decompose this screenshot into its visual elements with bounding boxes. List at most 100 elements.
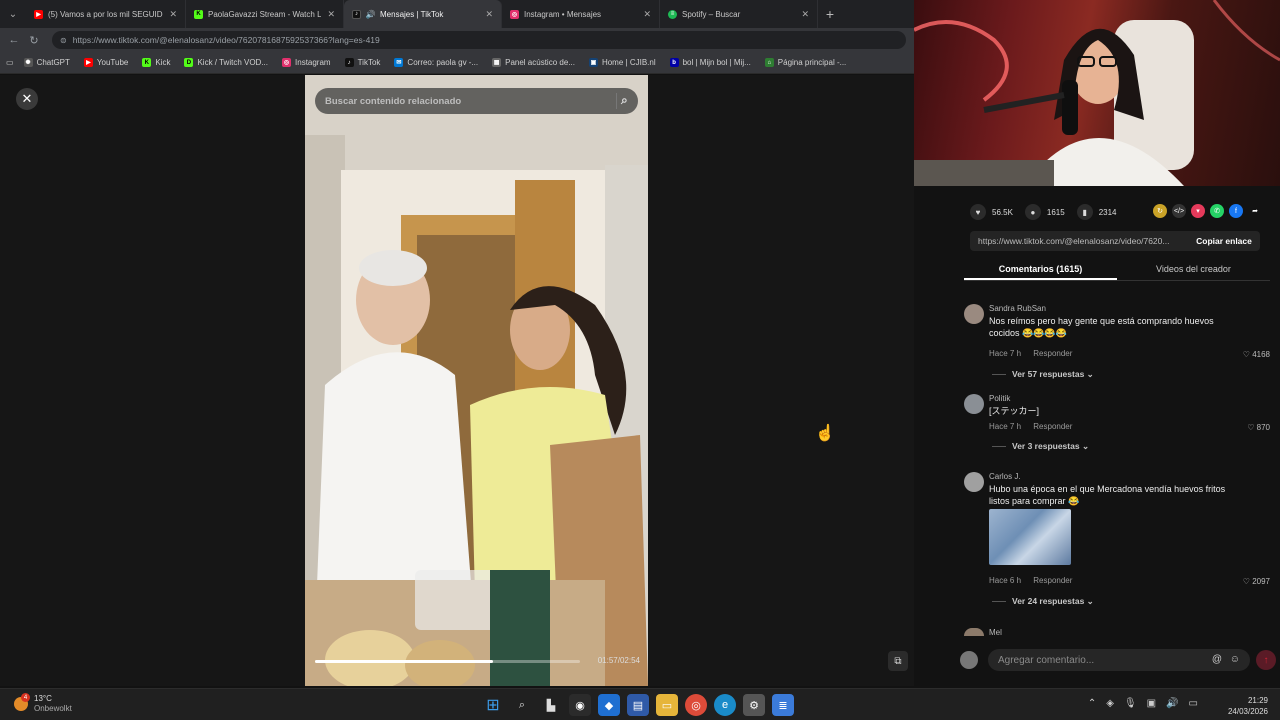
embed-icon[interactable]: </> bbox=[1172, 204, 1186, 218]
view-replies-button[interactable]: Ver 57 respuestas ⌄ bbox=[1012, 369, 1094, 380]
windows-start-icon[interactable]: ⊞ bbox=[482, 694, 504, 716]
reply-button[interactable]: Responder bbox=[1033, 349, 1072, 358]
tab-comments[interactable]: Comentarios (1615) bbox=[964, 259, 1117, 280]
copy-link-button[interactable]: Copiar enlace bbox=[1188, 231, 1260, 251]
share-icon[interactable]: ➦ bbox=[1248, 204, 1262, 218]
close-icon[interactable]: ✕ bbox=[327, 9, 335, 20]
bookmark-pagina-principal[interactable]: ⌂ Página principal -... bbox=[764, 58, 847, 67]
view-replies-button[interactable]: Ver 24 respuestas ⌄ bbox=[1012, 596, 1094, 607]
emoji-icon[interactable]: ☺ bbox=[1230, 654, 1240, 665]
bookmark-cjib[interactable]: ▣ Home | CJIB.nl bbox=[588, 58, 656, 67]
site-info-icon[interactable]: ⊜ bbox=[60, 36, 67, 45]
comment-image[interactable] bbox=[989, 509, 1071, 565]
tab-search-icon[interactable]: ⌄ bbox=[0, 0, 26, 28]
mention-icon[interactable]: @ bbox=[1212, 654, 1222, 665]
reload-icon[interactable]: ↻ bbox=[26, 34, 42, 47]
url-field[interactable]: ⊜ https://www.tiktok.com/@elenalosanz/vi… bbox=[52, 31, 906, 49]
task-view-icon[interactable]: ▙ bbox=[540, 694, 562, 716]
obs-icon[interactable]: ◉ bbox=[569, 694, 591, 716]
bookmark-bol[interactable]: b bol | Mijn bol | Mij... bbox=[669, 58, 751, 67]
reply-button[interactable]: Responder bbox=[1033, 422, 1072, 431]
send-icon[interactable]: ▾ bbox=[1191, 204, 1205, 218]
bookmark-panel-acustico[interactable]: ▦ Panel acústico de... bbox=[492, 58, 575, 67]
comment-author[interactable]: Carlos J. bbox=[989, 472, 1021, 481]
bookmark-kick-twitch-vod[interactable]: D Kick / Twitch VOD... bbox=[184, 58, 268, 67]
battery-icon[interactable]: ▭ bbox=[1189, 698, 1198, 709]
tab-spotify[interactable]: ≡ Spotify – Buscar ✕ bbox=[660, 0, 818, 28]
search-icon[interactable]: ⌕ bbox=[511, 694, 533, 716]
view-replies-button[interactable]: Ver 3 respuestas ⌄ bbox=[1012, 441, 1089, 452]
bookmark-tiktok[interactable]: ♪ TikTok bbox=[344, 58, 380, 67]
related-search-input[interactable]: Buscar contenido relacionado ⌕ bbox=[315, 88, 638, 114]
tray-app-icon[interactable]: ◈ bbox=[1106, 698, 1114, 709]
tab-kick[interactable]: K PaolaGavazzi Stream - Watch Live ✕ bbox=[186, 0, 344, 28]
file-explorer-icon[interactable]: ▭ bbox=[656, 694, 678, 716]
bookmark-youtube[interactable]: ▶ YouTube bbox=[83, 58, 128, 67]
comments-panel: ♥ 56.5K ● 1615 ▮ 2314 ↻ </> ▾ ✆ f ➦ https:/… bbox=[914, 186, 1280, 686]
avatar[interactable] bbox=[964, 394, 984, 414]
notification-badge: 4 bbox=[21, 693, 30, 702]
comment-like-button[interactable]: ♡ 4168 bbox=[1243, 350, 1270, 359]
comment-author[interactable]: Mel bbox=[989, 628, 1002, 637]
repost-icon[interactable]: ↻ bbox=[1153, 204, 1167, 218]
video-link-text: https://www.tiktok.com/@elenalosanz/vide… bbox=[978, 236, 1170, 246]
save-button[interactable]: ▮ 2314 bbox=[1076, 204, 1117, 220]
chrome-icon[interactable]: ◎ bbox=[685, 694, 707, 716]
clock[interactable]: 21:29 24/03/2026 bbox=[1228, 695, 1268, 717]
bookmark-correo[interactable]: ✉ Correo: paola gv -... bbox=[394, 58, 478, 67]
search-icon[interactable]: ⌕ bbox=[616, 93, 632, 109]
panel-icon: ▦ bbox=[492, 58, 502, 67]
avatar[interactable] bbox=[964, 628, 984, 636]
reply-button[interactable]: Responder bbox=[1033, 576, 1072, 585]
weather-widget[interactable]: 4 13°C Onbewolkt bbox=[14, 693, 72, 714]
tab-youtube[interactable]: ▶ (5) Vamos a por los mil SEGUIDORES ✕ bbox=[26, 0, 186, 28]
chatgpt-icon: ✺ bbox=[23, 58, 33, 67]
app-icon[interactable]: ◆ bbox=[598, 694, 620, 716]
close-icon[interactable]: ✕ bbox=[169, 9, 177, 20]
chevron-up-icon[interactable]: ⌃ bbox=[1088, 698, 1096, 709]
tab-tiktok[interactable]: ♪ 🔊 Mensajes | TikTok ✕ bbox=[344, 0, 502, 28]
spotify-icon: ≡ bbox=[668, 9, 677, 19]
like-button[interactable]: ♥ 56.5K bbox=[970, 204, 1013, 220]
new-tab-button[interactable]: + bbox=[818, 6, 842, 22]
speaker-icon[interactable]: 🔊 bbox=[366, 10, 376, 19]
edge-icon[interactable]: e bbox=[714, 694, 736, 716]
video-progress-bar[interactable] bbox=[315, 660, 580, 663]
tab-instagram[interactable]: ◎ Instagram • Mensajes ✕ bbox=[502, 0, 660, 28]
comment-like-button[interactable]: ♡ 870 bbox=[1247, 423, 1270, 432]
whatsapp-icon[interactable]: ✆ bbox=[1210, 204, 1224, 218]
network-icon[interactable]: ▣ bbox=[1147, 698, 1156, 709]
notepad-icon[interactable]: ≣ bbox=[772, 694, 794, 716]
post-comment-button[interactable]: ↑ bbox=[1256, 650, 1276, 670]
tab-creator-videos[interactable]: Videos del creador bbox=[1117, 259, 1270, 280]
avatar[interactable] bbox=[964, 304, 984, 324]
video-frame bbox=[305, 75, 648, 686]
microphone-icon[interactable]: 🎙 bbox=[1124, 698, 1137, 709]
bookmark-label: Página principal -... bbox=[777, 58, 847, 67]
facebook-icon[interactable]: f bbox=[1229, 204, 1243, 218]
bookmark-instagram[interactable]: ◎ Instagram bbox=[282, 58, 331, 67]
heart-icon: ♡ bbox=[1247, 423, 1257, 432]
heart-icon: ♡ bbox=[1242, 350, 1253, 359]
comment-like-button[interactable]: ♡ 2097 bbox=[1243, 577, 1270, 586]
comment-author[interactable]: Sandra RubSan bbox=[989, 304, 1046, 313]
settings-icon[interactable]: ⚙ bbox=[743, 694, 765, 716]
store-icon[interactable]: ▤ bbox=[627, 694, 649, 716]
bookmark-chatgpt[interactable]: ✺ ChatGPT bbox=[23, 58, 70, 67]
video-player[interactable]: Buscar contenido relacionado ⌕ 01:57/02:… bbox=[305, 75, 648, 686]
close-icon[interactable]: ✕ bbox=[485, 9, 493, 20]
miniplayer-icon[interactable]: ⧉ bbox=[888, 651, 908, 671]
volume-icon[interactable]: 🔊 bbox=[1166, 698, 1178, 709]
video-link-field[interactable]: https://www.tiktok.com/@elenalosanz/vide… bbox=[970, 231, 1260, 251]
apps-icon[interactable]: ▭ bbox=[6, 58, 14, 67]
back-icon[interactable]: ← bbox=[6, 34, 22, 46]
bookmark-kick[interactable]: K Kick bbox=[142, 58, 170, 67]
comment-input[interactable]: Agregar comentario... @ ☺ bbox=[988, 649, 1250, 671]
avatar[interactable] bbox=[964, 472, 984, 492]
comment-button[interactable]: ● 1615 bbox=[1024, 204, 1065, 220]
close-icon[interactable]: ✕ bbox=[801, 9, 809, 20]
comment-text: Hubo una época en el que Mercadona vendí… bbox=[989, 484, 1226, 506]
close-icon[interactable]: ✕ bbox=[643, 9, 651, 20]
comment-author[interactable]: Politik bbox=[989, 394, 1010, 403]
close-video-button[interactable]: ✕ bbox=[16, 88, 38, 110]
